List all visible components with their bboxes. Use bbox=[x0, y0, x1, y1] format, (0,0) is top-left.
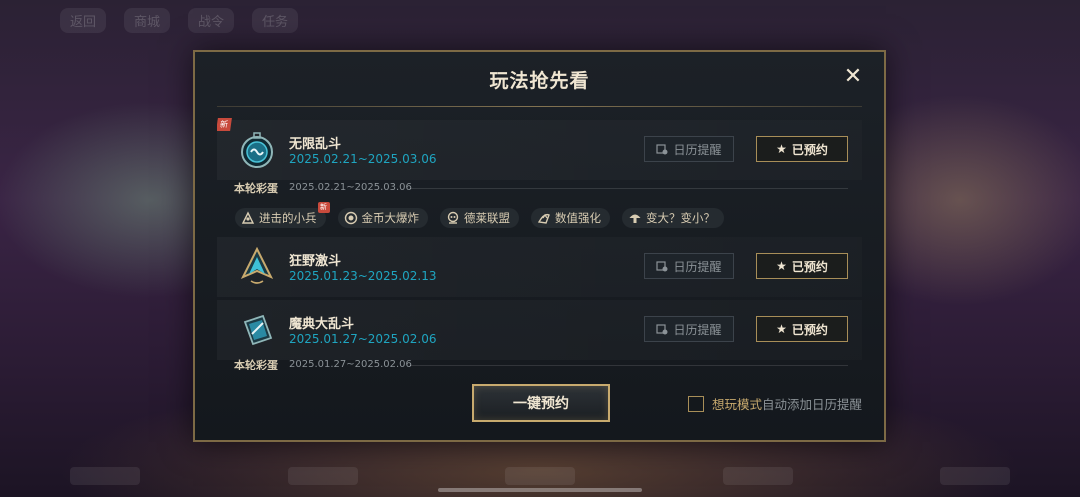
dialog-title: 玩法抢先看 bbox=[489, 70, 590, 92]
preview-modes-dialog: 玩法抢先看 ✕ 新 无限乱斗 2025.02.21~2025.03.06 日历提… bbox=[193, 50, 886, 442]
mode-name: 无限乱斗 bbox=[289, 137, 342, 152]
home-indicator[interactable] bbox=[438, 488, 642, 492]
one-click-reserve-button[interactable]: 一键预约 bbox=[472, 384, 610, 422]
chip-label: 金币大爆炸 bbox=[361, 211, 420, 225]
round-egg-date: 2025.01.27~2025.02.06 bbox=[289, 359, 412, 370]
mode-card-wild-brawl: 狂野激斗 2025.01.23~2025.02.13 日历提醒 ★ 已预约 bbox=[217, 237, 862, 297]
star-icon: ★ bbox=[776, 322, 787, 336]
calendar-reminder-button[interactable]: 日历提醒 bbox=[644, 316, 734, 342]
background-pass-label: 战令 bbox=[188, 8, 235, 33]
reserved-label: 已预约 bbox=[791, 142, 828, 157]
background-tasks-label: 任务 bbox=[252, 8, 299, 33]
mode-date: 2025.01.23~2025.02.13 bbox=[289, 269, 437, 283]
auto-calendar-highlight: 想玩模式 bbox=[711, 397, 762, 412]
new-badge: 新 bbox=[317, 202, 330, 213]
reserved-label: 已预约 bbox=[791, 259, 828, 274]
mode-card-grimoire-brawl: 魔典大乱斗 2025.01.27~2025.02.06 日历提醒 ★ 已预约 bbox=[217, 300, 862, 360]
star-icon: ★ bbox=[776, 259, 787, 273]
round-egg-label: 本轮彩蛋 bbox=[234, 359, 278, 370]
draven-icon bbox=[447, 211, 459, 224]
stat-boost-icon bbox=[537, 213, 550, 224]
egg-chip-stat-boost[interactable]: 数值强化 bbox=[531, 208, 610, 228]
round-egg-label: 本轮彩蛋 bbox=[234, 182, 278, 195]
background-shop-label: 商城 bbox=[124, 8, 171, 33]
chip-label: 进击的小兵 bbox=[259, 211, 317, 225]
background-top-bar: 返回 商城 战令 任务 bbox=[60, 8, 299, 33]
infinite-brawl-icon bbox=[241, 132, 273, 168]
mode-name: 狂野激斗 bbox=[289, 254, 342, 269]
background-bottom-item bbox=[70, 467, 140, 485]
mode-list[interactable]: 新 无限乱斗 2025.02.21~2025.03.06 日历提醒 ★ 已预约 bbox=[217, 112, 862, 370]
gold-coin-icon bbox=[344, 211, 357, 225]
round-egg-date: 2025.02.21~2025.03.06 bbox=[289, 182, 412, 193]
calendar-reminder-label: 日历提醒 bbox=[673, 322, 722, 337]
mode-date: 2025.01.27~2025.02.06 bbox=[289, 332, 437, 346]
calendar-reminder-label: 日历提醒 bbox=[673, 142, 722, 157]
reserved-button[interactable]: ★ 已预约 bbox=[756, 316, 848, 342]
reserved-label: 已预约 bbox=[791, 322, 828, 337]
title-divider bbox=[217, 106, 862, 107]
new-badge: 新 bbox=[217, 118, 232, 131]
auto-calendar-rest: 自动添加日历提醒 bbox=[761, 397, 862, 412]
auto-calendar-option: 想玩模式自动添加日历提醒 bbox=[687, 394, 862, 413]
round-egg-divider bbox=[410, 188, 848, 189]
background-back-label: 返回 bbox=[60, 8, 107, 33]
calendar-icon bbox=[656, 144, 668, 155]
mushroom-icon bbox=[629, 214, 641, 223]
egg-chip-gold[interactable]: 金币大爆炸 bbox=[337, 208, 428, 228]
minion-icon bbox=[241, 211, 255, 224]
grimoire-brawl-icon bbox=[243, 314, 273, 346]
chip-label: 德莱联盟 bbox=[464, 211, 510, 225]
egg-chip-minion[interactable]: 进击的小兵 新 bbox=[235, 202, 330, 228]
chip-label: 数值强化 bbox=[555, 211, 601, 225]
close-button[interactable]: ✕ bbox=[842, 66, 864, 88]
background-bottom-item bbox=[722, 467, 793, 485]
background-bottom-bar bbox=[70, 467, 1010, 485]
calendar-reminder-label: 日历提醒 bbox=[673, 259, 722, 274]
egg-chip-list: 进击的小兵 新 金币大爆炸 德莱联盟 数值强化 变大？变小？ bbox=[235, 202, 724, 228]
background-bottom-item bbox=[940, 467, 1010, 485]
round-egg-divider bbox=[410, 365, 848, 366]
calendar-reminder-button[interactable]: 日历提醒 bbox=[644, 253, 734, 279]
mode-date: 2025.02.21~2025.03.06 bbox=[289, 152, 437, 166]
wild-brawl-icon bbox=[240, 247, 274, 284]
calendar-reminder-button[interactable]: 日历提醒 bbox=[644, 136, 734, 162]
background-bottom-item bbox=[287, 467, 358, 485]
star-icon: ★ bbox=[776, 142, 787, 156]
calendar-icon bbox=[656, 261, 668, 272]
mode-name: 魔典大乱斗 bbox=[289, 317, 355, 332]
mode-card-infinite-brawl: 新 无限乱斗 2025.02.21~2025.03.06 日历提醒 ★ 已预约 bbox=[217, 118, 862, 180]
background-bottom-item bbox=[505, 467, 575, 485]
auto-calendar-text: 想玩模式自动添加日历提醒 bbox=[712, 394, 862, 413]
calendar-icon bbox=[656, 324, 668, 335]
egg-chip-draven[interactable]: 德莱联盟 bbox=[440, 208, 519, 228]
egg-chip-size-change[interactable]: 变大？变小？ bbox=[622, 208, 724, 228]
auto-calendar-checkbox[interactable] bbox=[687, 395, 704, 412]
reserved-button[interactable]: ★ 已预约 bbox=[756, 253, 848, 279]
reserved-button[interactable]: ★ 已预约 bbox=[756, 136, 848, 162]
chip-label: 变大？变小？ bbox=[646, 211, 715, 225]
